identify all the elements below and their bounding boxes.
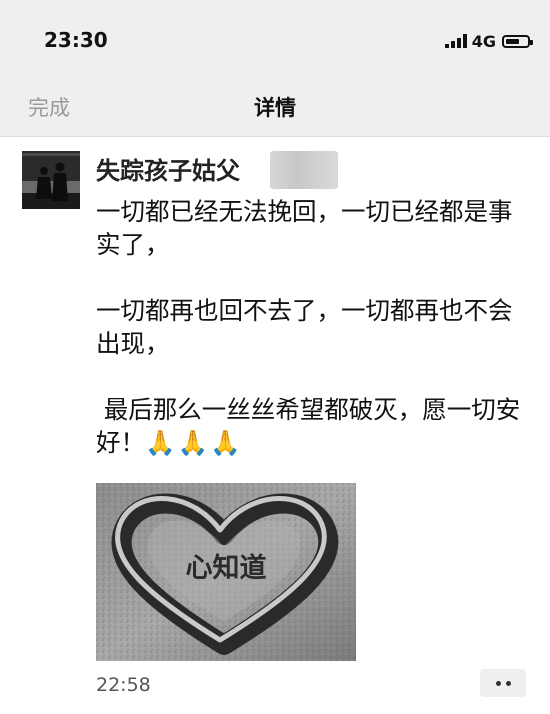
done-button[interactable]: 完成	[28, 92, 70, 122]
page-title: 详情	[254, 96, 296, 120]
post-paragraph: 一切都已经无法挽回，一切已经都是事实了，	[96, 197, 513, 259]
status-indicators: 4G	[444, 30, 533, 52]
network-label: 4G	[471, 31, 496, 51]
moments-post: 失踪孩子姑父 一切都已经无法挽回，一切已经都是事实了， 一切都再也回不去了，一切…	[0, 137, 550, 714]
more-dots-icon[interactable]	[480, 669, 526, 697]
battery-icon	[502, 34, 533, 48]
post-paragraph: 一切都再也回不去了，一切都再也不会出现，	[96, 296, 513, 358]
post-time: 22:58	[96, 674, 151, 696]
post-paragraph: 最后那么一丝丝希望都破灭，愿一切安好！🙏🙏🙏	[96, 393, 536, 459]
post-image[interactable]: 心知道	[96, 483, 356, 661]
signal-icon	[444, 34, 467, 48]
nav-bar: 完成 详情	[0, 80, 550, 137]
status-bar: 23:30 4G	[0, 0, 550, 80]
post-text: 一切都已经无法挽回，一切已经都是事实了， 一切都再也回不去了，一切都再也不会出现…	[96, 195, 536, 459]
image-caption: 心知道	[186, 552, 267, 584]
praying-hands-icon: 🙏🙏🙏	[145, 428, 243, 457]
blurred-name-mask	[270, 151, 338, 189]
status-time: 23:30	[44, 28, 108, 52]
avatar[interactable]	[22, 151, 80, 209]
author-name[interactable]: 失踪孩子姑父	[96, 151, 240, 186]
